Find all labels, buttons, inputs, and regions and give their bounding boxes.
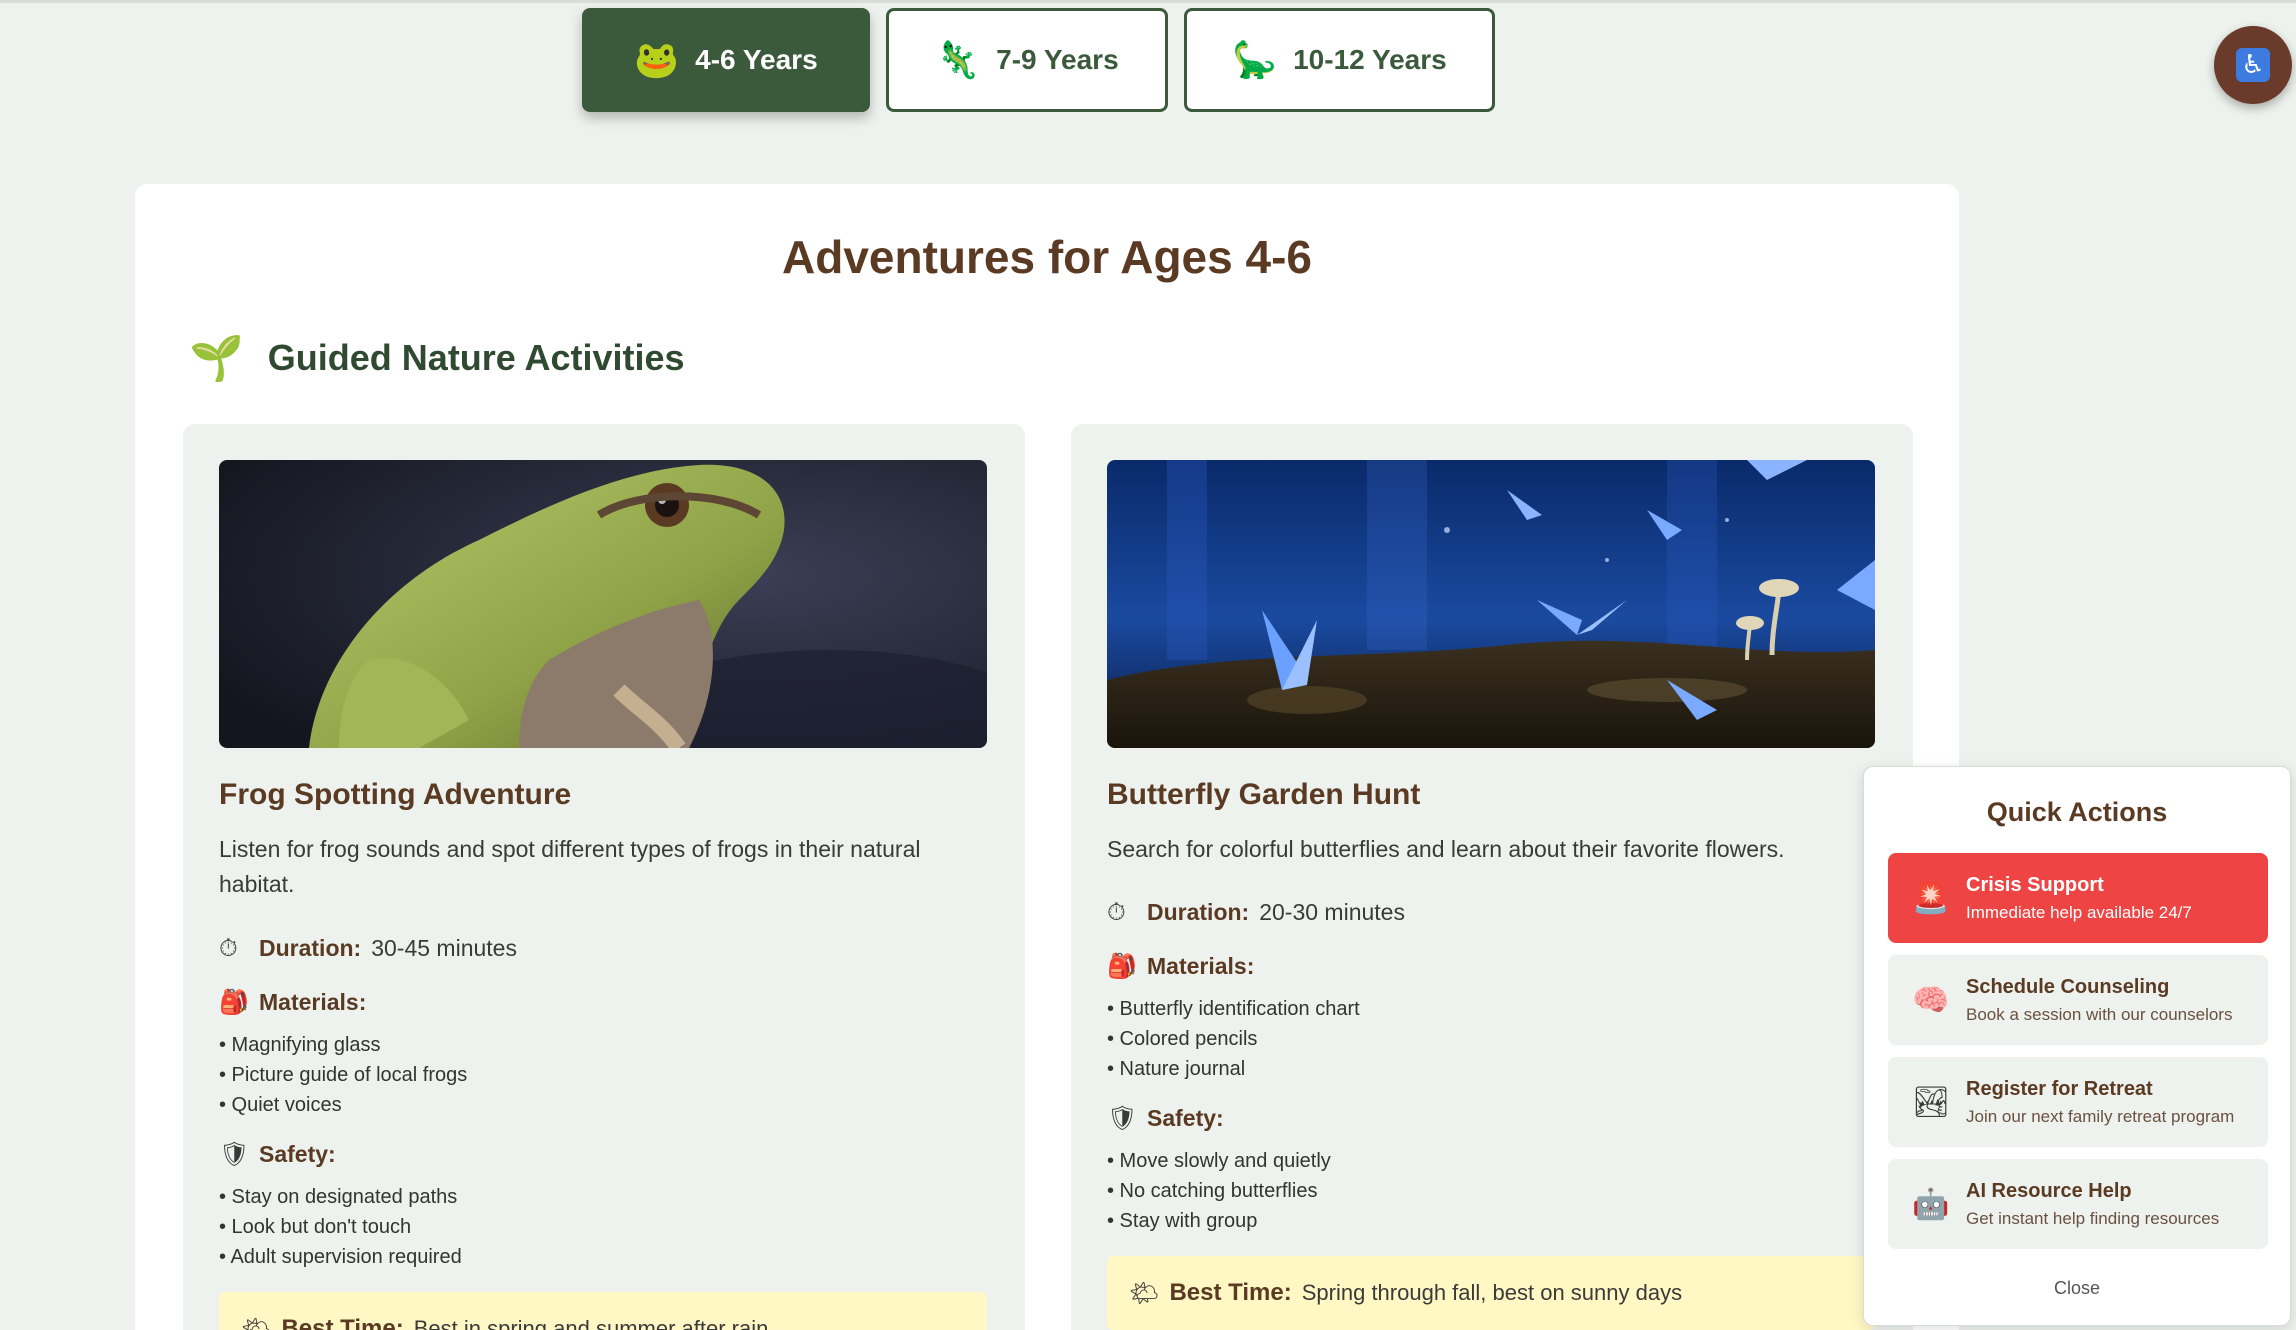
sun-cloud-icon: 🌤 <box>1129 1279 1160 1307</box>
shield-icon: 🛡 <box>1107 1104 1138 1132</box>
section-title: Guided Nature Activities <box>267 337 685 378</box>
materials-list: • Butterfly identification chart • Color… <box>1107 994 1360 1084</box>
list-item: • Magnifying glass <box>219 1034 381 1056</box>
list-item: • Move slowly and quietly <box>1107 1150 1331 1172</box>
materials-list: • Magnifying glass • Picture guide of lo… <box>219 1030 467 1120</box>
safety-label: Safety: <box>1147 1104 1224 1131</box>
list-item: • No catching butterflies <box>1107 1180 1318 1202</box>
backpack-icon: 🎒 <box>1107 952 1137 980</box>
list-item: • Adult supervision required <box>219 1246 462 1268</box>
section-header: 🌱 Guided Nature Activities <box>189 332 685 384</box>
materials-header: 🎒 Materials: <box>1107 952 1254 980</box>
best-time-value: Spring through fall, best on sunny days <box>1301 1280 1683 1305</box>
list-item: • Nature journal <box>1107 1058 1246 1080</box>
materials-label: Materials: <box>259 988 367 1015</box>
frog-photo <box>219 460 987 748</box>
dinosaur-icon: 🦕 <box>1232 40 1278 81</box>
safety-header: 🛡 Safety: <box>219 1140 336 1168</box>
list-item: • Look but don't touch <box>219 1216 412 1238</box>
action-subtitle: Get instant help finding resources <box>1966 1208 2220 1228</box>
best-time-label: Best Time: <box>1169 1279 1292 1306</box>
action-title: Register for Retreat <box>1966 1077 2153 1100</box>
tab-7-9-years[interactable]: 🦎 7-9 Years <box>886 8 1168 112</box>
activity-card-butterfly: Butterfly Garden Hunt Search for colorfu… <box>1071 424 1913 1330</box>
duration-row: ⏱ Duration: 20-30 minutes <box>1107 898 1405 926</box>
activity-title: Butterfly Garden Hunt <box>1107 778 1421 811</box>
tab-label: 4-6 Years <box>695 44 818 75</box>
action-subtitle: Join our next family retreat program <box>1966 1106 2235 1126</box>
schedule-counseling-button[interactable]: 🧠 Schedule Counseling Book a session wit… <box>1888 955 2268 1045</box>
list-item: • Picture guide of local frogs <box>219 1064 468 1086</box>
duration-value: 30-45 minutes <box>371 934 517 961</box>
quick-actions-panel: Quick Actions 🚨 Crisis Support Immediate… <box>1863 766 2291 1326</box>
crisis-support-button[interactable]: 🚨 Crisis Support Immediate help availabl… <box>1888 853 2268 943</box>
action-title: AI Resource Help <box>1966 1179 2132 1202</box>
seedling-icon: 🌱 <box>189 333 244 384</box>
frog-icon: 🐸 <box>634 40 680 81</box>
list-item: • Colored pencils <box>1107 1028 1258 1050</box>
close-button[interactable]: Close <box>1864 1278 2290 1299</box>
list-item: • Stay with group <box>1107 1210 1258 1232</box>
materials-label: Materials: <box>1147 952 1255 979</box>
activity-title: Frog Spotting Adventure <box>219 778 572 811</box>
list-item: • Stay on designated paths <box>219 1186 458 1208</box>
list-item: • Quiet voices <box>219 1094 342 1116</box>
safety-header: 🛡 Safety: <box>1107 1104 1224 1132</box>
top-divider <box>0 0 2296 3</box>
shield-icon: 🛡 <box>219 1140 250 1168</box>
list-item: • Butterfly identification chart <box>1107 998 1360 1020</box>
quick-actions-title: Quick Actions <box>1986 797 2168 827</box>
action-title: Schedule Counseling <box>1966 975 2170 998</box>
duration-label: Duration: <box>1147 898 1250 925</box>
best-time-box: 🌤 Best Time: Best in spring and summer a… <box>219 1292 987 1330</box>
safety-label: Safety: <box>259 1140 336 1167</box>
action-title: Crisis Support <box>1966 873 2104 896</box>
landscape-icon: 🏞 <box>1912 1084 1951 1120</box>
ai-resource-help-button[interactable]: 🤖 AI Resource Help Get instant help find… <box>1888 1159 2268 1249</box>
materials-header: 🎒 Materials: <box>219 988 366 1016</box>
robot-icon: 🤖 <box>1912 1186 1950 1222</box>
action-subtitle: Book a session with our counselors <box>1966 1004 2233 1024</box>
brain-icon: 🧠 <box>1912 982 1950 1018</box>
page-title: Adventures for Ages 4-6 <box>782 231 1312 283</box>
safety-list: • Stay on designated paths • Look but do… <box>219 1182 462 1272</box>
accessibility-button[interactable]: ♿ <box>2214 26 2292 104</box>
stopwatch-icon: ⏱ <box>219 934 238 962</box>
duration-value: 20-30 minutes <box>1259 898 1405 925</box>
main-panel: Adventures for Ages 4-6 🌱 Guided Nature … <box>135 184 1959 1330</box>
backpack-icon: 🎒 <box>219 988 249 1016</box>
stopwatch-icon: ⏱ <box>1107 898 1126 926</box>
duration-row: ⏱ Duration: 30-45 minutes <box>219 934 517 962</box>
tab-10-12-years[interactable]: 🦕 10-12 Years <box>1184 8 1495 112</box>
age-tabs: 🐸 4-6 Years 🦎 7-9 Years 🦕 10-12 Years <box>582 8 1495 112</box>
butterfly-photo <box>1107 460 1875 748</box>
tab-label: 10-12 Years <box>1293 44 1447 75</box>
activity-card-frog: Frog Spotting Adventure Listen for frog … <box>183 424 1025 1330</box>
best-time-value: Best in spring and summer after rain <box>413 1316 769 1330</box>
sun-cloud-icon: 🌤 <box>241 1315 272 1330</box>
safety-list: • Move slowly and quietly • No catching … <box>1107 1146 1331 1236</box>
best-time-box: 🌤 Best Time: Spring through fall, best o… <box>1107 1256 1875 1330</box>
tab-4-6-years[interactable]: 🐸 4-6 Years <box>582 8 870 112</box>
activity-description: Search for colorful butterflies and lear… <box>1107 836 1785 862</box>
activity-description: Listen for frog sounds and spot differen… <box>219 836 921 897</box>
lizard-icon: 🦎 <box>935 40 981 81</box>
action-subtitle: Immediate help available 24/7 <box>1966 902 2192 922</box>
best-time-label: Best Time: <box>281 1315 404 1330</box>
accessibility-icon: ♿ <box>2236 48 2270 82</box>
duration-label: Duration: <box>259 934 362 961</box>
register-retreat-button[interactable]: 🏞 Register for Retreat Join our next fam… <box>1888 1057 2268 1147</box>
tab-label: 7-9 Years <box>996 44 1119 75</box>
siren-icon: 🚨 <box>1912 880 1950 916</box>
